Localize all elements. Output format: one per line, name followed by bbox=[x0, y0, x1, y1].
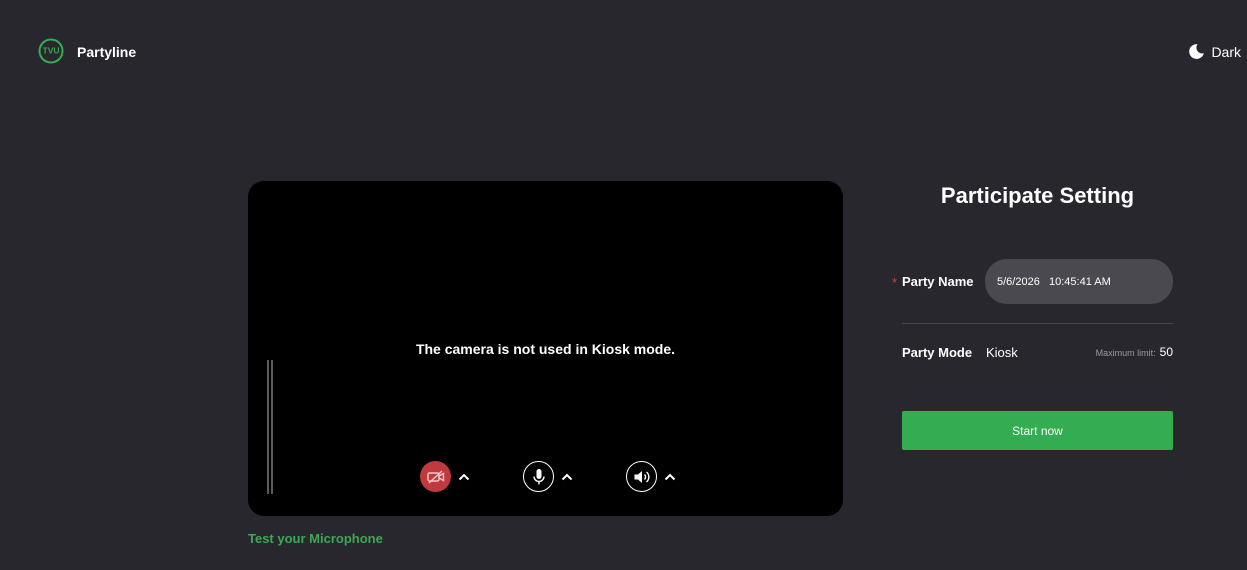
divider bbox=[902, 323, 1173, 324]
speaker-icon bbox=[634, 470, 650, 483]
party-name-input[interactable] bbox=[985, 259, 1173, 304]
camera-control bbox=[420, 461, 474, 492]
kiosk-camera-message: The camera is not used in Kiosk mode. bbox=[415, 341, 676, 357]
chevron-up-icon bbox=[458, 473, 470, 480]
chevron-up-icon bbox=[664, 473, 676, 480]
max-limit-value: 50 bbox=[1159, 345, 1173, 359]
speaker-toggle-button[interactable] bbox=[626, 461, 657, 492]
microphone-icon bbox=[532, 468, 545, 484]
svg-text:TVU: TVU bbox=[43, 46, 60, 56]
chevron-up-icon bbox=[561, 473, 573, 480]
camera-preview: The camera is not used in Kiosk mode. bbox=[248, 181, 843, 516]
speaker-control bbox=[626, 461, 680, 492]
maximum-limit: Maximum limit: 50 bbox=[1096, 345, 1173, 359]
camera-off-icon bbox=[426, 469, 444, 484]
theme-label: Dark bbox=[1211, 43, 1241, 60]
start-now-button[interactable]: Start now bbox=[902, 411, 1173, 450]
app-header: TVU Partyline Dark bbox=[0, 0, 1247, 100]
mic-level-meter bbox=[267, 360, 274, 494]
moon-icon bbox=[1189, 44, 1205, 59]
party-name-label: Party Name bbox=[902, 274, 974, 289]
camera-options-caret[interactable] bbox=[454, 467, 474, 487]
microphone-toggle-button[interactable] bbox=[523, 461, 554, 492]
settings-title: Participate Setting bbox=[940, 183, 1135, 208]
party-name-row: * Party Name bbox=[892, 259, 1173, 304]
party-mode-label: Party Mode bbox=[902, 345, 973, 360]
brand-name: Partyline bbox=[77, 44, 137, 60]
max-limit-label: Maximum limit: bbox=[1095, 348, 1156, 358]
test-microphone-link[interactable]: Test your Microphone bbox=[248, 531, 383, 546]
microphone-options-caret[interactable] bbox=[557, 467, 577, 487]
party-mode-value: Kiosk bbox=[986, 345, 1018, 360]
speaker-options-caret[interactable] bbox=[660, 467, 680, 487]
camera-toggle-button[interactable] bbox=[420, 461, 451, 492]
microphone-control bbox=[523, 461, 577, 492]
theme-toggle[interactable]: Dark bbox=[1188, 43, 1241, 60]
tvu-logo-icon[interactable]: TVU bbox=[38, 38, 64, 64]
required-mark: * bbox=[892, 275, 898, 290]
